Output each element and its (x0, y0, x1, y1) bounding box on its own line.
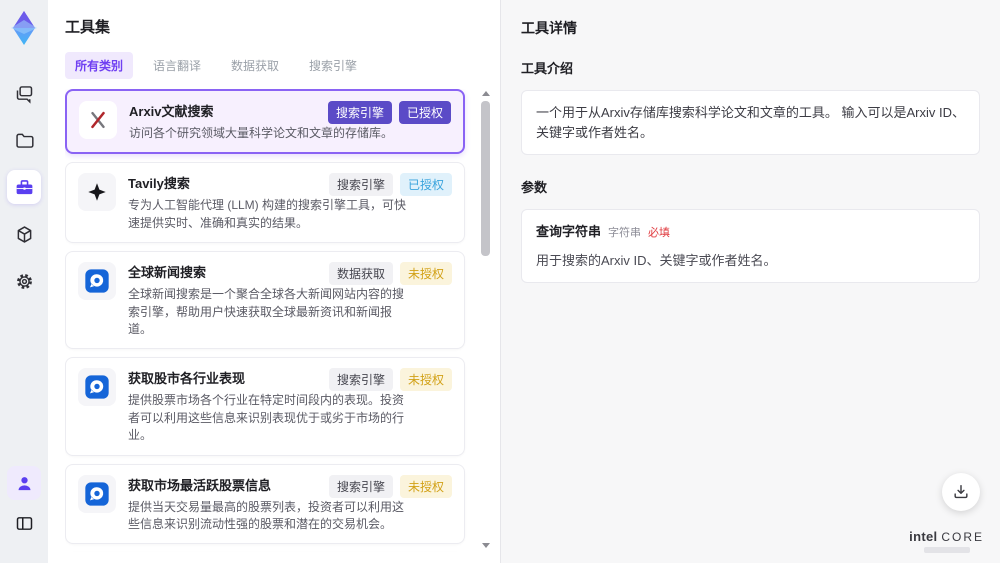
auth-badge: 未授权 (399, 474, 452, 498)
category-badge: 搜索引擎 (327, 101, 392, 124)
auth-badge: 已授权 (399, 173, 452, 197)
tool-card-arxiv[interactable]: Arxiv文献搜索 访问各个研究领域大量科学论文和文章的存储库。 搜索引擎 已授… (65, 89, 465, 155)
folder-icon (15, 133, 34, 148)
tool-card-most-active-stocks[interactable]: 获取市场最活跃股票信息 提供当天交易量最高的股票列表，投资者可以利用这些信息来识… (65, 463, 465, 545)
auth-badge: 未授权 (399, 368, 452, 392)
tool-card-global-news[interactable]: 全球新闻搜索 全球新闻搜索是一个聚合全球各大新闻网站内容的搜索引擎，帮助用户快速… (65, 251, 465, 350)
category-badge: 搜索引擎 (328, 368, 393, 392)
tool-description: 全球新闻搜索是一个聚合全球各大新闻网站内容的搜索引擎，帮助用户快速获取全球最新资… (128, 287, 405, 336)
sidebar-item-tools[interactable] (7, 170, 41, 204)
tool-card-sector-performance[interactable]: 获取股市各行业表现 提供股票市场各个行业在特定时间段内的表现。投资者可以利用这些… (65, 357, 465, 456)
detail-title: 工具详情 (521, 20, 577, 36)
gear-icon (16, 273, 32, 289)
tool-intro-box: 一个用于从Arxiv存储库搜索科学论文和文章的工具。 输入可以是Arxiv ID… (521, 90, 980, 155)
param-required-flag: 必填 (648, 227, 671, 239)
scroll-down-arrow[interactable] (482, 543, 490, 548)
param-description: 用于搜索的Arxiv ID、关键字或作者姓名。 (536, 252, 777, 268)
sidebar-item-files[interactable] (7, 123, 41, 157)
toolbox-icon (16, 179, 32, 194)
intro-section-title: 工具介绍 (521, 61, 574, 76)
sidebar-item-account[interactable] (7, 466, 41, 500)
tab-search-engine[interactable]: 搜索引擎 (299, 52, 367, 79)
intel-sub-badge (923, 547, 970, 553)
sidebar (0, 0, 48, 563)
tool-description: 访问各个研究领域大量科学论文和文章的存储库。 (129, 126, 394, 140)
intel-core-logo: intel CORE (909, 529, 984, 553)
news-app-icon (78, 368, 116, 407)
sidebar-item-collapse[interactable] (7, 506, 41, 540)
news-app-icon (78, 474, 116, 513)
tab-all-categories[interactable]: 所有类别 (65, 52, 134, 79)
category-badge: 搜索引擎 (328, 474, 393, 498)
list-scrollbar (481, 89, 490, 552)
tool-description: 专为人工智能代理 (LLM) 构建的搜索引擎工具，可快速提供实时、准确和真实的结… (128, 198, 407, 230)
chat-icon (16, 85, 32, 104)
tool-description: 提供当天交易量最高的股票列表，投资者可以利用这些信息来识别流动性强的股票和潜在的… (128, 499, 405, 531)
tool-card-tavily[interactable]: Tavily搜索 专为人工智能代理 (LLM) 构建的搜索引擎工具，可快速提供实… (65, 162, 465, 244)
download-button[interactable] (942, 473, 980, 511)
parameter-box: 查询字符串 字符串 必填 用于搜索的Arxiv ID、关键字或作者姓名。 (521, 209, 980, 283)
core-brand-text: CORE (941, 530, 984, 544)
app-logo-gem-icon (11, 11, 37, 45)
auth-badge: 未授权 (399, 262, 452, 286)
arxiv-icon (79, 101, 117, 139)
sidebar-item-chat[interactable] (7, 76, 41, 110)
app-window: 工具集 所有类别 语言翻译 数据获取 搜索引擎 Arxiv文献搜索 访问各个研究… (0, 0, 1000, 563)
tool-intro-text: 一个用于从Arxiv存储库搜索科学论文和文章的工具。 输入可以是Arxiv ID… (536, 105, 966, 140)
page-title: 工具集 (65, 19, 111, 36)
tab-language-translation[interactable]: 语言翻译 (143, 52, 211, 79)
tool-list: Arxiv文献搜索 访问各个研究领域大量科学论文和文章的存储库。 搜索引擎 已授… (65, 89, 500, 552)
sidebar-item-packages[interactable] (7, 217, 41, 251)
auth-badge: 已授权 (398, 101, 451, 124)
category-badge: 数据获取 (328, 262, 393, 286)
tab-data-fetching[interactable]: 数据获取 (221, 52, 289, 79)
intel-brand-text: intel (909, 529, 938, 544)
tool-list-panel: 工具集 所有类别 语言翻译 数据获取 搜索引擎 Arxiv文献搜索 访问各个研究… (48, 0, 500, 563)
scroll-up-arrow[interactable] (482, 91, 490, 96)
param-name: 查询字符串 (536, 224, 602, 239)
category-tabs: 所有类别 语言翻译 数据获取 搜索引擎 (65, 52, 500, 79)
sparkle-icon (78, 173, 116, 212)
scrollbar-thumb[interactable] (481, 101, 490, 256)
tool-detail-panel: 工具详情 工具介绍 一个用于从Arxiv存储库搜索科学论文和文章的工具。 输入可… (500, 0, 1000, 563)
tool-description: 提供股票市场各个行业在特定时间段内的表现。投资者可以利用这些信息来识别表现优于或… (128, 393, 405, 443)
sidebar-item-settings[interactable] (7, 264, 41, 298)
params-section-title: 参数 (521, 180, 548, 195)
news-app-icon (78, 262, 116, 301)
download-icon (954, 485, 968, 499)
panel-icon (16, 516, 32, 530)
user-icon (18, 476, 30, 490)
category-badge: 搜索引擎 (328, 173, 393, 197)
cube-icon (17, 225, 31, 243)
param-type: 字符串 (608, 227, 642, 239)
